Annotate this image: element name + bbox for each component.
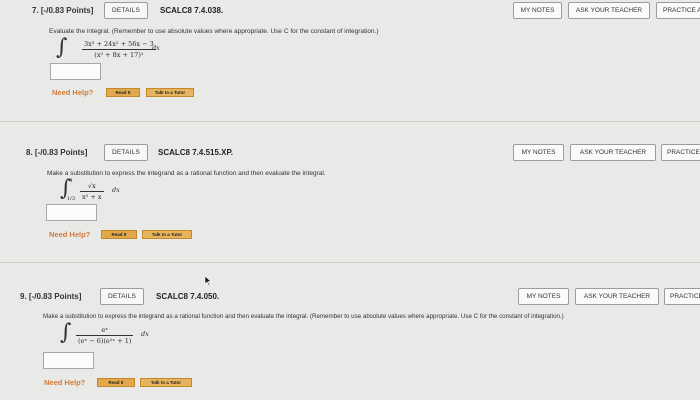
question-7-talk-tutor-button[interactable]: Talk to a Tutor [146,88,194,97]
question-9-practice-button[interactable]: PRACTICE ANOTHER [664,288,700,305]
integral-sign-icon: ∫ [56,35,68,60]
mouse-cursor-icon [204,276,212,286]
question-7-my-notes-button[interactable]: MY NOTES [513,2,562,19]
question-8-code: SCALC8 7.4.515.XP. [158,148,234,157]
question-9-instruction: Make a substitution to express the integ… [43,313,564,320]
question-7-instruction: Evaluate the integral. (Remember to use … [49,28,379,35]
fraction-bar [80,191,104,192]
question-8-number: 8. [26,148,33,157]
fraction-bar [76,335,134,336]
question-8-fraction: √x x² + x [80,182,104,201]
question-7-number: 7. [32,6,39,15]
question-8-numerator: √x [87,182,96,190]
question-9-header: 9. [-/0.83 Points] [20,292,81,301]
fraction-bar [82,49,156,50]
question-7-need-help: Need Help? [52,88,94,97]
question-9-numerator: eˣ [101,326,108,334]
question-7-ask-teacher-button[interactable]: ASK YOUR TEACHER [568,2,650,19]
question-9-points: [-/0.83 Points] [28,292,82,301]
question-7-code: SCALC8 7.4.038. [160,6,224,15]
section-divider [0,121,700,122]
question-9-fraction: eˣ (eˣ − 6)(e²ˣ + 1) [76,326,134,345]
question-7-read-it-button[interactable]: Read It [106,88,140,97]
question-8-instruction: Make a substitution to express the integ… [47,170,326,177]
question-7-header: 7. [-/0.83 Points] [32,6,93,15]
question-8-my-notes-button[interactable]: MY NOTES [513,144,564,161]
question-9-my-notes-button[interactable]: MY NOTES [518,288,569,305]
question-9-ask-teacher-button[interactable]: ASK YOUR TEACHER [575,288,659,305]
question-7-points: [-/0.83 Points] [40,6,94,15]
question-8-points: [-/0.83 Points] [34,148,88,157]
question-7-answer-input[interactable] [50,63,101,80]
question-9-details-button[interactable]: DETAILS [100,288,144,305]
question-9-code: SCALC8 7.4.050. [156,292,220,301]
question-7-details-button[interactable]: DETAILS [104,2,148,19]
question-8-lower-limit: 1/3 [67,196,76,202]
question-9-need-help: Need Help? [44,378,86,387]
question-8-practice-button[interactable]: PRACTICE ANOTHER [661,144,700,161]
question-7-dx: dx [152,44,160,52]
question-9-answer-input[interactable] [43,352,94,369]
question-8-ask-teacher-button[interactable]: ASK YOUR TEACHER [570,144,656,161]
question-9-read-it-button[interactable]: Read It [97,378,135,387]
question-8-need-help: Need Help? [49,230,91,239]
section-divider [0,262,700,263]
question-8-header: 8. [-/0.83 Points] [26,148,87,157]
question-7-denominator: (x² + 8x + 17)² [94,51,144,59]
question-8-upper-limit: 1 [70,178,74,184]
question-8-answer-input[interactable] [46,204,97,221]
question-7-fraction: 3x³ + 24x² + 56x − 3 (x² + 8x + 17)² [82,40,156,59]
question-8-dx: dx [112,186,120,194]
question-9-number: 9. [20,292,27,301]
question-9-talk-tutor-button[interactable]: Talk to a Tutor [140,378,192,387]
question-9-dx: dx [141,330,149,338]
question-8-read-it-button[interactable]: Read It [101,230,137,239]
question-8-talk-tutor-button[interactable]: Talk to a Tutor [142,230,192,239]
question-7-practice-button[interactable]: PRACTICE ANOTHER [656,2,700,19]
question-8-denominator: x² + x [82,193,102,201]
question-8-details-button[interactable]: DETAILS [104,144,148,161]
question-7-numerator: 3x³ + 24x² + 56x − 3 [84,40,154,48]
question-9-denominator: (eˣ − 6)(e²ˣ + 1) [78,337,132,345]
integral-sign-icon: ∫ [60,320,72,345]
